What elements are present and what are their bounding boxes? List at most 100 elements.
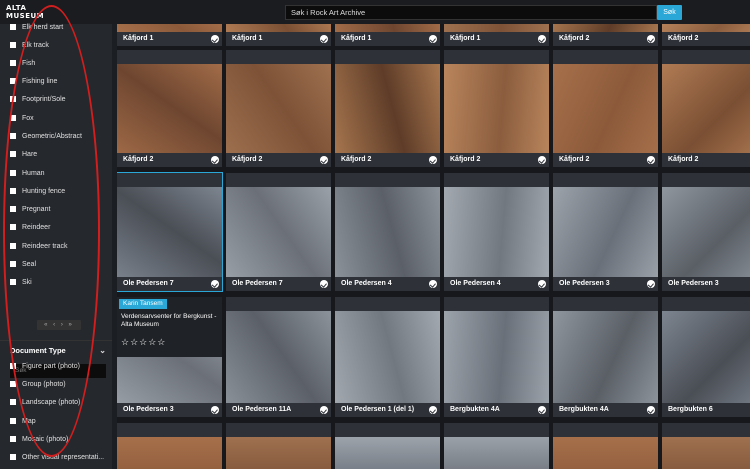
image-tile[interactable]: Ole Pedersen 3 xyxy=(662,173,750,291)
document-type-item[interactable]: Group (photo) xyxy=(10,380,66,392)
filter-item[interactable]: Geometric/Abstract xyxy=(10,132,82,144)
filter-item[interactable]: Hare xyxy=(10,150,37,162)
filter-item[interactable]: Fox xyxy=(10,114,34,126)
rock-art-thumbnail[interactable] xyxy=(335,187,440,285)
filter-item[interactable]: Reindeer track xyxy=(10,242,68,254)
check-circle-icon[interactable] xyxy=(211,280,219,288)
image-tile[interactable]: Ole Pedersen 4 xyxy=(335,173,440,291)
checkbox[interactable] xyxy=(10,436,16,443)
check-circle-icon[interactable] xyxy=(538,35,546,43)
image-tile[interactable]: Ole Pedersen 3 xyxy=(553,173,658,291)
rock-art-thumbnail[interactable] xyxy=(662,187,750,285)
check-circle-icon[interactable] xyxy=(647,156,655,164)
image-tile[interactable]: Ole Pedersen 11A xyxy=(226,297,331,417)
rock-art-thumbnail[interactable] xyxy=(444,187,549,285)
document-type-item[interactable]: Landscape (photo) xyxy=(10,398,80,410)
checkbox[interactable] xyxy=(10,133,16,140)
image-tile[interactable]: Karin Tansem Verdensarvsenter for Bergkun… xyxy=(117,297,222,417)
image-tile[interactable]: Kåfjord 2 xyxy=(226,50,331,167)
rock-art-thumbnail[interactable] xyxy=(117,64,222,161)
rock-art-thumbnail[interactable] xyxy=(662,437,750,469)
document-type-item[interactable]: Mosaic (photo) xyxy=(10,435,68,447)
image-tile[interactable]: Kåfjord 2 xyxy=(117,50,222,167)
check-circle-icon[interactable] xyxy=(647,35,655,43)
checkbox[interactable] xyxy=(10,381,16,388)
check-circle-icon[interactable] xyxy=(320,156,328,164)
check-circle-icon[interactable] xyxy=(429,35,437,43)
check-circle-icon[interactable] xyxy=(647,406,655,414)
image-tile[interactable]: Bergbukten 4A xyxy=(444,297,549,417)
checkbox[interactable] xyxy=(10,279,16,286)
image-tile[interactable] xyxy=(662,423,750,469)
check-circle-icon[interactable] xyxy=(538,156,546,164)
checkbox[interactable] xyxy=(10,188,16,195)
checkbox[interactable] xyxy=(10,42,16,49)
filter-item[interactable]: Reindeer xyxy=(10,223,50,235)
check-circle-icon[interactable] xyxy=(429,156,437,164)
check-circle-icon[interactable] xyxy=(211,156,219,164)
image-tile[interactable]: Ole Pedersen 4 xyxy=(444,173,549,291)
check-circle-icon[interactable] xyxy=(647,280,655,288)
filter-item[interactable]: Elk track xyxy=(10,41,49,53)
search-button[interactable]: Søk xyxy=(657,5,682,20)
image-tile[interactable]: Kåfjord 2 xyxy=(553,50,658,167)
rock-art-thumbnail[interactable] xyxy=(226,311,331,411)
filter-item[interactable]: Pregnant xyxy=(10,205,50,217)
rock-art-thumbnail[interactable] xyxy=(444,311,549,411)
checkbox[interactable] xyxy=(10,78,16,85)
image-tile[interactable] xyxy=(226,423,331,469)
image-tile[interactable]: Ole Pedersen 7 xyxy=(226,173,331,291)
chevron-down-icon[interactable]: ⌄ xyxy=(99,341,106,361)
document-type-header[interactable]: Document Type ⌄ xyxy=(0,340,112,360)
photographer-tag[interactable]: Karin Tansem xyxy=(119,299,167,309)
checkbox[interactable] xyxy=(10,115,16,122)
image-tile[interactable]: Kåfjord 1 xyxy=(444,24,549,46)
rock-art-thumbnail[interactable] xyxy=(117,187,222,285)
filter-item[interactable]: Hunting fence xyxy=(10,187,65,199)
check-circle-icon[interactable] xyxy=(429,280,437,288)
rock-art-thumbnail[interactable] xyxy=(553,437,658,469)
rock-art-thumbnail[interactable] xyxy=(553,24,658,32)
star-rating[interactable]: ☆☆☆☆☆ xyxy=(121,337,166,348)
check-circle-icon[interactable] xyxy=(320,406,328,414)
image-tile[interactable]: Bergbukten 6 xyxy=(662,297,750,417)
rock-art-thumbnail[interactable] xyxy=(335,24,440,32)
checkbox[interactable] xyxy=(10,418,16,425)
document-type-item[interactable]: Map xyxy=(10,417,36,429)
checkbox[interactable] xyxy=(10,170,16,177)
rock-art-thumbnail[interactable] xyxy=(444,437,549,469)
rock-art-thumbnail[interactable] xyxy=(662,64,750,161)
checkbox[interactable] xyxy=(10,399,16,406)
filter-item[interactable]: Ski xyxy=(10,278,32,290)
rock-art-thumbnail[interactable] xyxy=(226,64,331,161)
image-tile[interactable]: Kåfjord 2 xyxy=(553,24,658,46)
checkbox[interactable] xyxy=(10,243,16,250)
rock-art-thumbnail[interactable] xyxy=(662,24,750,32)
check-circle-icon[interactable] xyxy=(538,406,546,414)
rock-art-thumbnail[interactable] xyxy=(553,64,658,161)
rock-art-thumbnail[interactable] xyxy=(553,187,658,285)
checkbox[interactable] xyxy=(10,261,16,268)
filter-item[interactable]: Footprint/Sole xyxy=(10,95,66,107)
checkbox[interactable] xyxy=(10,60,16,67)
rock-art-thumbnail[interactable] xyxy=(335,64,440,161)
rock-art-thumbnail[interactable] xyxy=(553,311,658,411)
filter-item[interactable]: Fishing line xyxy=(10,77,57,89)
document-type-item[interactable]: Other visual representati... xyxy=(10,453,104,465)
check-circle-icon[interactable] xyxy=(429,406,437,414)
checkbox[interactable] xyxy=(10,206,16,213)
filter-item[interactable]: Fish xyxy=(10,59,35,71)
check-circle-icon[interactable] xyxy=(211,406,219,414)
rock-art-thumbnail[interactable] xyxy=(335,311,440,411)
check-circle-icon[interactable] xyxy=(211,35,219,43)
rock-art-thumbnail[interactable] xyxy=(335,437,440,469)
image-tile[interactable]: Kåfjord 2 xyxy=(662,50,750,167)
image-tile[interactable]: Ole Pedersen 1 (del 1) xyxy=(335,297,440,417)
search-input[interactable]: Søk i Rock Art Archive xyxy=(285,5,657,20)
image-tile[interactable] xyxy=(335,423,440,469)
rock-art-thumbnail[interactable] xyxy=(226,437,331,469)
checkbox[interactable] xyxy=(10,363,16,370)
checkbox[interactable] xyxy=(10,224,16,231)
image-tile[interactable]: Ole Pedersen 7 xyxy=(117,172,223,292)
rock-art-thumbnail[interactable] xyxy=(444,64,549,161)
